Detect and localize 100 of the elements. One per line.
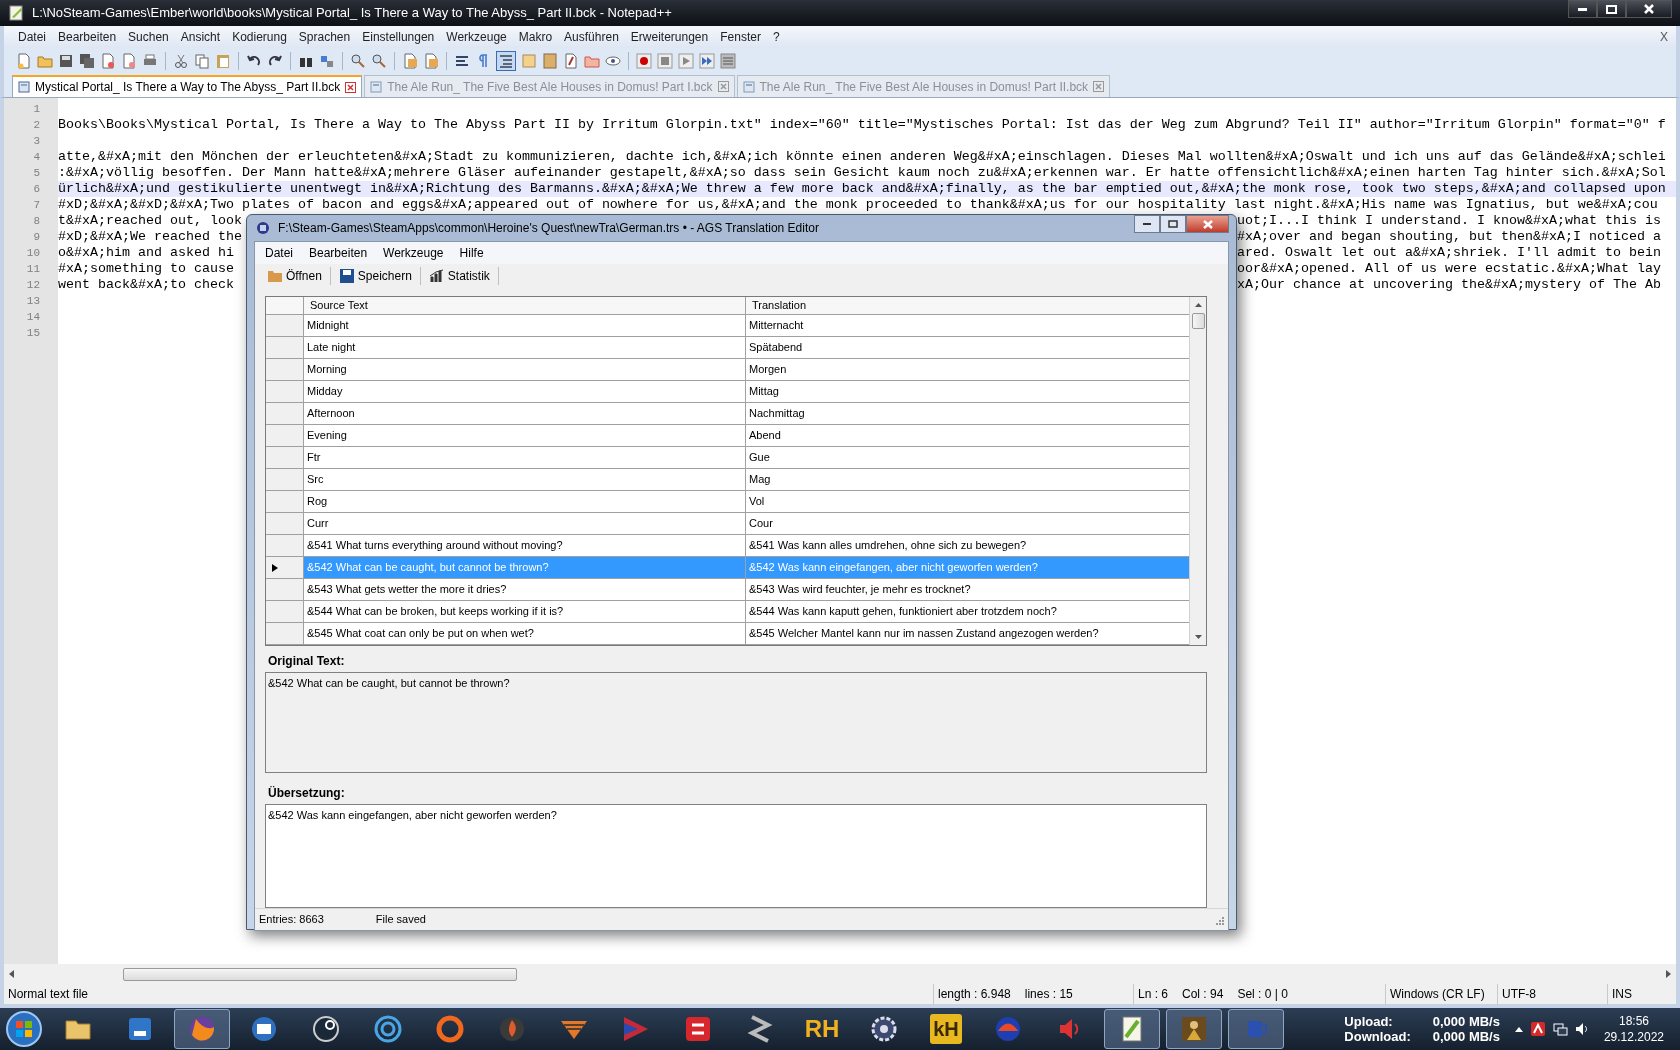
taskbar-button[interactable]: RH xyxy=(794,1009,850,1049)
menu-item[interactable]: Fenster xyxy=(714,28,767,46)
menu-item[interactable]: Suchen xyxy=(122,28,175,46)
grid-row[interactable]: Ftr Gue xyxy=(266,447,1189,469)
clock[interactable]: 18:56 29.12.2022 xyxy=(1595,1013,1672,1045)
copy-icon[interactable] xyxy=(194,53,210,69)
menu-item[interactable]: Datei xyxy=(12,28,52,46)
scrollbar-thumb[interactable] xyxy=(123,968,517,981)
scissors-icon[interactable] xyxy=(173,53,189,69)
status-text: Normal text file xyxy=(8,986,89,1003)
minimize-button[interactable] xyxy=(1568,0,1597,18)
chart-icon xyxy=(428,268,445,284)
replace-icon[interactable] xyxy=(319,53,335,69)
code-line: atte,&#xA;mit den Mönchen der erleuchteten&#xA;Stadt zu kommunizieren, dachte ich,&#xA;ich könnte einen anderen Weg&#xA;einschlagen. Dieses Mal wollten&#xA;Oswalt und ich uns auf das Gelände&#xA;schlei xyxy=(58,149,1666,165)
menu-item[interactable]: Werkzeuge xyxy=(440,28,513,46)
line-number: 5 xyxy=(33,167,40,179)
document-icon[interactable] xyxy=(100,53,116,69)
document-icon[interactable] xyxy=(121,53,137,69)
taskbar-button[interactable] xyxy=(1104,1009,1160,1049)
status-text: Ln : 6 xyxy=(1138,986,1169,1003)
grid-row[interactable]: Late night Spätabend xyxy=(266,337,1189,359)
close-document-button[interactable]: X xyxy=(1652,28,1676,46)
menu-item[interactable]: Ausführen xyxy=(558,28,625,46)
network-value: 0,000 MB/s xyxy=(1432,1014,1500,1029)
folder-icon xyxy=(267,268,283,284)
toolbar-button[interactable]: Öffnen xyxy=(265,266,324,286)
toolbar-button[interactable]: Speichern xyxy=(336,266,414,286)
menu-item[interactable]: Kodierung xyxy=(226,28,293,46)
record-icon[interactable] xyxy=(636,53,652,69)
grid-row[interactable]: Rog Vol xyxy=(266,491,1189,513)
word-wrap-button[interactable] xyxy=(496,51,516,71)
grid-row[interactable]: Midday Mittag xyxy=(266,381,1189,403)
eye-icon[interactable] xyxy=(605,53,621,69)
grid-row[interactable]: Midnight Mitternacht xyxy=(266,315,1189,337)
target-icon xyxy=(372,1013,404,1045)
line-number: 2 xyxy=(33,119,40,131)
start-button[interactable] xyxy=(4,1009,44,1049)
resize-grip-icon[interactable] xyxy=(1214,914,1224,925)
toolbar-button[interactable]: Statistik xyxy=(426,266,492,286)
grid-row[interactable]: Curr Cour xyxy=(266,513,1189,535)
menu-item[interactable]: Werkzeuge xyxy=(377,244,450,262)
menu-item[interactable]: Hilfe xyxy=(453,244,490,262)
map-icon[interactable] xyxy=(542,53,558,69)
network-icon[interactable] xyxy=(1551,1021,1568,1037)
grid-row[interactable]: &544 What can be broken, but keeps working if it is? &544 Was kann kaputt gehen, funktioniert aber trotzdem noch? xyxy=(266,601,1189,623)
line-number: 8 xyxy=(33,215,40,227)
menu-item[interactable]: Bearbeiten xyxy=(303,244,374,262)
network-label: Download: xyxy=(1344,1029,1411,1044)
scrollbar-thumb[interactable] xyxy=(1191,313,1205,329)
column-header[interactable]: Source Text xyxy=(304,297,746,314)
menu-item[interactable]: Bearbeiten xyxy=(52,28,123,46)
logo-text: RH xyxy=(804,1014,840,1044)
lines-icon[interactable] xyxy=(454,53,470,69)
grid-row[interactable]: Evening Abend xyxy=(266,425,1189,447)
code-line: t&#xA;reached out, look xyxy=(58,213,242,229)
row-pointer-icon xyxy=(271,562,279,573)
zoom-in-icon[interactable] xyxy=(350,53,366,69)
status-text: Entries: 8663 xyxy=(259,912,324,928)
function-icon[interactable] xyxy=(563,53,579,69)
menu-item[interactable]: ? xyxy=(766,28,786,46)
translation-input[interactable]: &542 Was kann eingefangen, aber nicht geworfen werden? xyxy=(265,804,1207,908)
menu-item[interactable]: Datei xyxy=(259,244,299,262)
document-icon xyxy=(742,80,755,93)
code-line: #xD;&#xA;We reached the xyxy=(58,229,242,245)
menu-item[interactable]: Sprachen xyxy=(292,28,357,46)
line-number: 7 xyxy=(33,199,40,211)
close-icon[interactable] xyxy=(345,81,357,93)
grid-row[interactable]: &545 What coat can only be put on when wet? &545 Welcher Mantel kann nur im nassen Zustand angezogen werden? xyxy=(266,623,1189,645)
floppies-icon[interactable] xyxy=(79,53,95,69)
file-tab[interactable]: Mystical Portal_ Is There a Way to The Abyss_ Part II.bck xyxy=(12,75,363,97)
minimize-icon xyxy=(1143,223,1151,225)
volume-icon[interactable] xyxy=(1573,1021,1590,1037)
grid-row[interactable]: Morning Morgen xyxy=(266,359,1189,381)
document-icon[interactable] xyxy=(423,53,439,69)
menu-item[interactable]: Ansicht xyxy=(174,28,227,46)
close-button[interactable] xyxy=(1626,0,1672,18)
grid-row[interactable]: Afternoon Nachmittag xyxy=(266,403,1189,425)
menu-item[interactable]: Erweiterungen xyxy=(624,28,715,46)
play-icon[interactable] xyxy=(678,53,694,69)
menu-item[interactable]: Einstellungen xyxy=(356,28,441,46)
maximize-icon xyxy=(1606,4,1617,14)
maximize-button[interactable] xyxy=(1597,0,1626,18)
document-icon[interactable] xyxy=(402,53,418,69)
fast-forward-icon[interactable] xyxy=(699,53,715,69)
status-text: File saved xyxy=(375,912,426,928)
floppy-icon xyxy=(338,268,355,284)
status-text: length : 6.948 xyxy=(938,986,1011,1003)
grid-row[interactable]: &543 What gets wetter the more it dries? &543 Was wird feuchter, je mehr es trocknet? xyxy=(266,579,1189,601)
stop-icon[interactable] xyxy=(657,53,673,69)
line-number: 1 xyxy=(33,103,40,115)
minimize-button[interactable] xyxy=(1134,215,1160,233)
floppy-icon[interactable] xyxy=(58,53,74,69)
taskbar-button[interactable]: kH xyxy=(918,1009,974,1049)
grid-row[interactable]: Src Mag xyxy=(266,469,1189,491)
column-header[interactable]: Translation xyxy=(746,297,1189,314)
menu-item[interactable]: Makro xyxy=(512,28,559,46)
folder-icon[interactable] xyxy=(584,53,600,69)
code-line: :&#xA;völlig besoffen. Der Mann hatte&#xA;mehrere Gläser aufeinander gestapelt,&#xA;so dass sein Gesicht kaum noch zu&#xA;erkennen war. Er hatte offensichtlich&#xA;einen harten Tag hinter sich.&#xA;Sol xyxy=(58,165,1666,181)
zoom-out-icon[interactable] xyxy=(371,53,387,69)
clipboard-icon[interactable] xyxy=(215,53,231,69)
